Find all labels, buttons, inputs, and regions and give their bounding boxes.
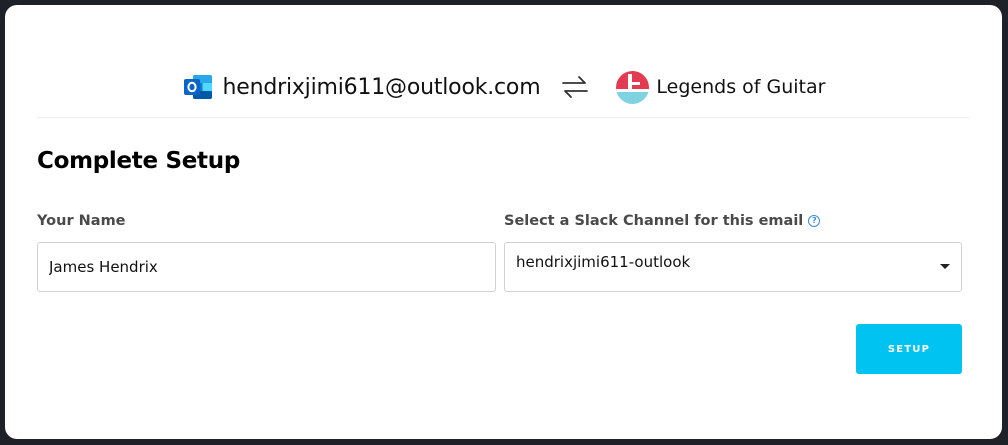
name-label-text: Your Name bbox=[37, 213, 126, 229]
caret-down-icon bbox=[940, 264, 950, 269]
header-divider bbox=[37, 117, 970, 118]
setup-card: hendrixjimi611@outlook.com Legends of Gu… bbox=[5, 5, 1002, 439]
outlook-icon bbox=[182, 71, 214, 103]
connection-header: hendrixjimi611@outlook.com Legends of Gu… bbox=[5, 69, 1002, 105]
name-input[interactable] bbox=[37, 242, 496, 292]
name-label: Your Name bbox=[37, 213, 126, 229]
swap-arrows-icon bbox=[560, 74, 590, 100]
channel-label-text: Select a Slack Channel for this email bbox=[504, 213, 804, 229]
email-account: hendrixjimi611@outlook.com bbox=[182, 71, 541, 103]
setup-button[interactable]: SETUP bbox=[856, 324, 962, 374]
slack-workspace: Legends of Guitar bbox=[616, 70, 826, 104]
info-icon[interactable]: ? bbox=[808, 215, 821, 227]
page-title: Complete Setup bbox=[37, 148, 240, 174]
workspace-name: Legends of Guitar bbox=[656, 76, 826, 98]
account-email: hendrixjimi611@outlook.com bbox=[222, 74, 541, 100]
workspace-logo-icon bbox=[616, 70, 650, 104]
channel-selected-value: hendrixjimi611-outlook bbox=[516, 253, 691, 271]
channel-label: Select a Slack Channel for this email ? bbox=[504, 213, 821, 229]
channel-select[interactable]: hendrixjimi611-outlook bbox=[504, 242, 962, 292]
